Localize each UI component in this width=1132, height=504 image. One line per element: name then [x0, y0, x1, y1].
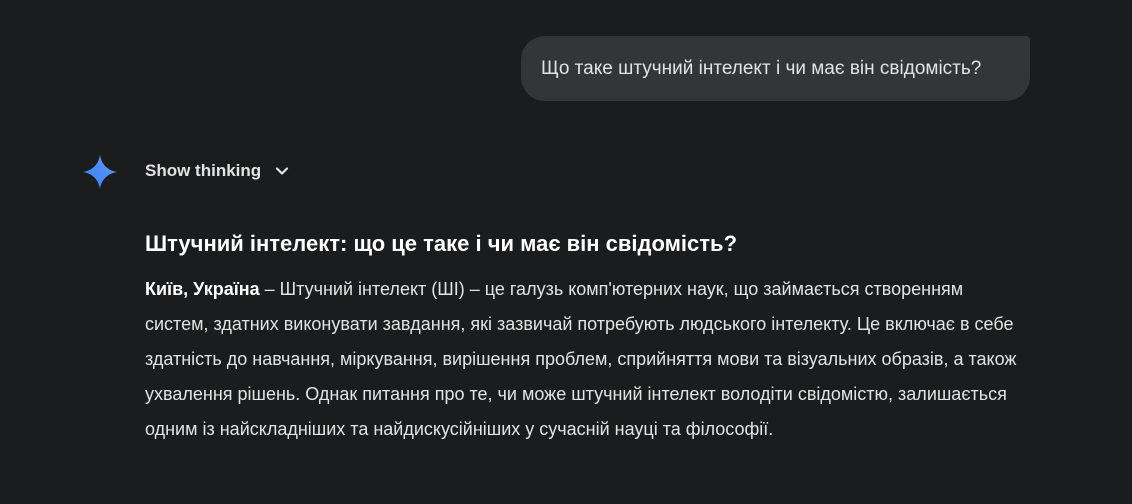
response-body: – Штучний інтелект (ШІ) – це галузь комп…	[145, 279, 1017, 439]
sparkle-icon	[83, 155, 117, 189]
user-message-bubble: Що таке штучний інтелект і чи має він св…	[521, 36, 1030, 101]
chevron-down-icon	[276, 167, 289, 175]
response-title: Штучний інтелект: що це таке і чи має ві…	[145, 231, 738, 256]
assistant-response: Штучний інтелект: що це таке і чи має ві…	[145, 228, 1045, 447]
show-thinking-toggle[interactable]: Show thinking	[145, 159, 291, 183]
response-paragraph: Київ, Україна – Штучний інтелект (ШІ) – …	[145, 272, 1025, 447]
user-message-text: Що таке штучний інтелект і чи має він св…	[541, 57, 982, 79]
dateline: Київ, Україна	[145, 279, 260, 299]
show-thinking-label: Show thinking	[145, 161, 262, 180]
